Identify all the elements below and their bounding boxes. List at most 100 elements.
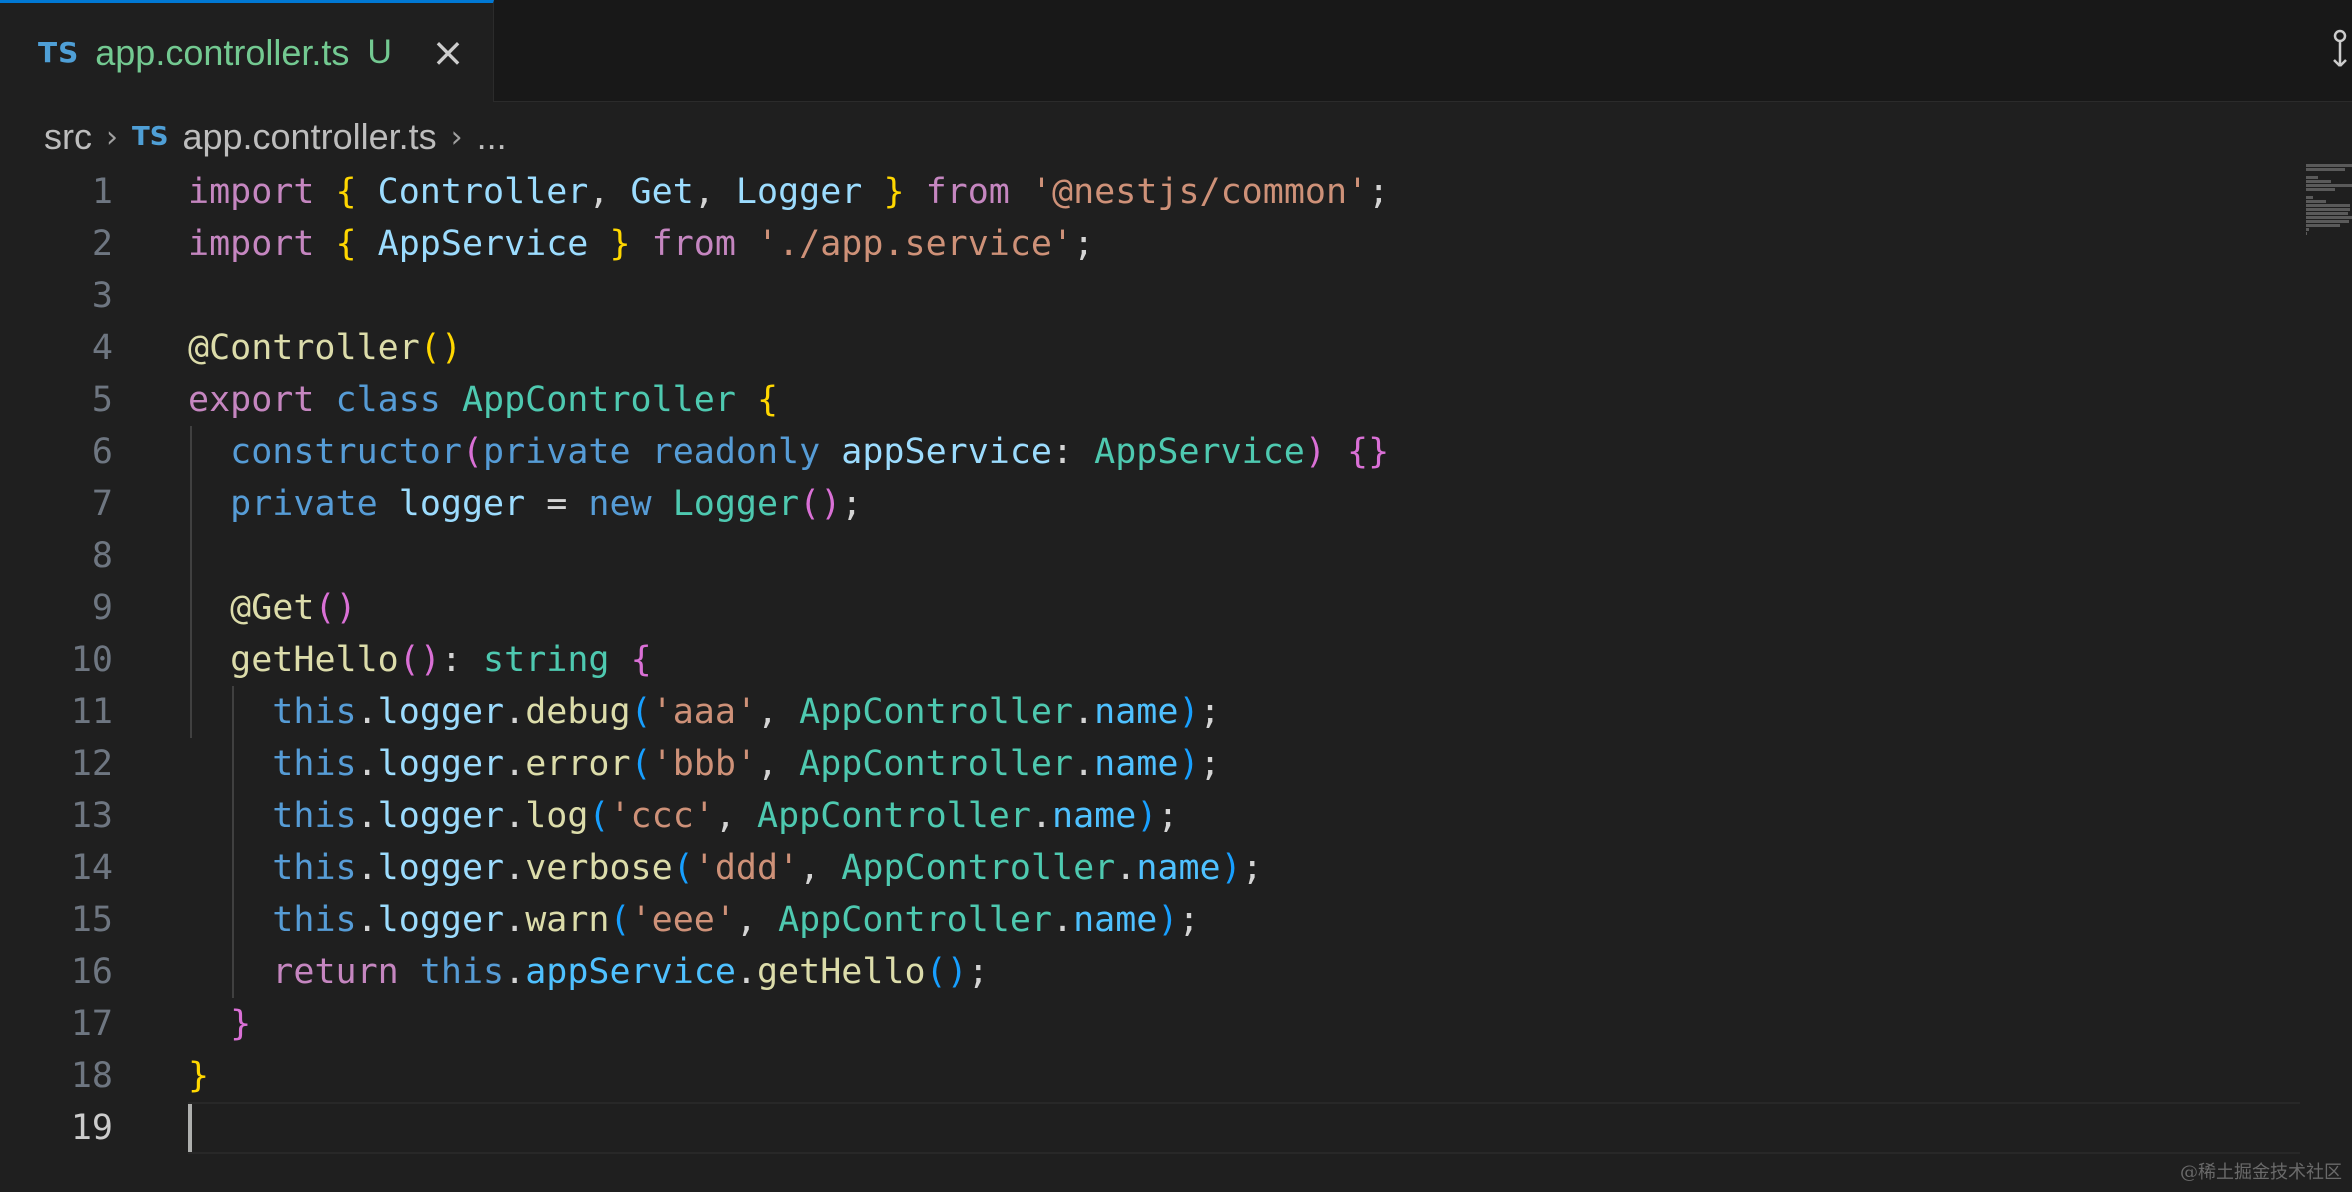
code-text: import { Controller, Get, Logger } from … — [188, 166, 1389, 218]
code-token: , — [756, 744, 800, 784]
minimap-line — [2306, 204, 2350, 207]
code-token: ; — [967, 952, 989, 992]
code-token: this — [419, 952, 505, 992]
code-token: ( — [461, 432, 484, 472]
code-line[interactable]: 14 this.logger.verbose('ddd', AppControl… — [0, 842, 2300, 894]
breadcrumb-more[interactable]: ... — [477, 116, 507, 158]
code-token: . — [504, 900, 526, 940]
breadcrumb-folder[interactable]: src — [44, 116, 92, 158]
code-token: class — [335, 380, 441, 420]
code-token: private — [483, 432, 631, 472]
code-token: , — [693, 172, 736, 212]
code-token: ; — [841, 484, 863, 524]
code-token: , — [756, 692, 800, 732]
code-token: ; — [1199, 744, 1221, 784]
code-token: name — [1073, 900, 1158, 940]
source-control-icon[interactable] — [2326, 26, 2352, 76]
code-line[interactable]: 16 return this.appService.getHello(); — [0, 946, 2300, 998]
line-number: 10 — [70, 640, 113, 680]
tab-title: app.controller.ts — [95, 31, 350, 73]
code-token: new — [588, 484, 652, 524]
minimap-line — [2306, 164, 2352, 167]
code-token: logger — [398, 484, 526, 524]
code-token: , — [588, 172, 631, 212]
code-token: . — [1115, 848, 1137, 888]
code-token: appService — [841, 432, 1052, 472]
minimap-line — [2306, 232, 2307, 235]
line-number: 6 — [91, 432, 113, 472]
code-token: name — [1094, 744, 1179, 784]
code-line[interactable]: 10 getHello(): string { — [0, 634, 2300, 686]
code-text: private logger = new Logger(); — [188, 478, 862, 530]
code-line[interactable]: 18} — [0, 1050, 2300, 1102]
line-number: 15 — [70, 900, 113, 940]
code-line[interactable]: 13 this.logger.log('ccc', AppController.… — [0, 790, 2300, 842]
tab-app-controller[interactable]: TS app.controller.ts U × — [0, 0, 494, 102]
code-token: getHello — [230, 640, 399, 680]
breadcrumb-file[interactable]: app.controller.ts — [182, 116, 436, 158]
code-token: ) — [1178, 692, 1200, 732]
code-line[interactable]: 15 this.logger.warn('eee', AppController… — [0, 894, 2300, 946]
code-line[interactable]: 17 } — [0, 998, 2300, 1050]
minimap[interactable] — [2306, 164, 2352, 244]
code-line[interactable]: 12 this.logger.error('bbb', AppControlle… — [0, 738, 2300, 790]
code-line[interactable]: 3 — [0, 270, 2300, 322]
code-line[interactable]: 8 — [0, 530, 2300, 582]
code-token: , — [735, 900, 779, 940]
code-text: constructor(private readonly appService:… — [188, 426, 1389, 478]
code-token: , — [714, 796, 757, 836]
code-token: 'ccc' — [609, 796, 715, 836]
code-line[interactable]: 6 constructor(private readonly appServic… — [0, 426, 2300, 478]
code-token: () — [314, 588, 357, 628]
minimap-line — [2306, 184, 2352, 187]
code-line[interactable]: 5 export class AppController { — [0, 374, 2300, 426]
code-token: = — [525, 484, 589, 524]
code-token: private — [230, 484, 378, 524]
chevron-right-icon: › — [106, 119, 118, 155]
watermark: @稀土掘金技术社区 — [2180, 1162, 2342, 1183]
code-token: ; — [1073, 224, 1095, 264]
close-icon[interactable]: × — [428, 30, 468, 76]
code-token: { — [335, 224, 357, 264]
code-token: import — [188, 172, 315, 212]
code-token: ( — [672, 848, 694, 888]
code-token: AppController — [841, 848, 1116, 888]
code-line[interactable]: 19 — [0, 1102, 2300, 1154]
code-token: AppController — [778, 900, 1053, 940]
code-token: './app.service' — [757, 224, 1074, 264]
code-token: ) — [1178, 744, 1200, 784]
code-editor[interactable]: 1 import { Controller, Get, Logger } from… — [0, 166, 2300, 1192]
code-line[interactable]: 4 @Controller() — [0, 322, 2300, 374]
code-text: return this.appService.getHello(); — [188, 946, 989, 998]
code-line[interactable]: 7 private logger = new Logger(); — [0, 478, 2300, 530]
code-token: logger — [377, 692, 505, 732]
code-token: ) — [1304, 432, 1326, 472]
code-line[interactable]: 2 import { AppService } from './app.servi… — [0, 218, 2300, 270]
code-token: ) — [1220, 848, 1242, 888]
code-token: name — [1136, 848, 1221, 888]
typescript-file-icon: TS — [132, 122, 169, 152]
code-line[interactable]: 11 this.logger.debug('aaa', AppControlle… — [0, 686, 2300, 738]
code-token: . — [356, 692, 378, 732]
code-token: : — [1052, 432, 1095, 472]
code-line[interactable]: 9 @Get() — [0, 582, 2300, 634]
code-token: export — [188, 380, 315, 420]
code-token: ) — [1157, 900, 1179, 940]
code-token: { — [630, 640, 652, 680]
code-token: ( — [630, 692, 652, 732]
code-token: . — [356, 744, 378, 784]
code-line[interactable]: 1 import { Controller, Get, Logger } from… — [0, 166, 2300, 218]
code-token: 'aaa' — [651, 692, 757, 732]
